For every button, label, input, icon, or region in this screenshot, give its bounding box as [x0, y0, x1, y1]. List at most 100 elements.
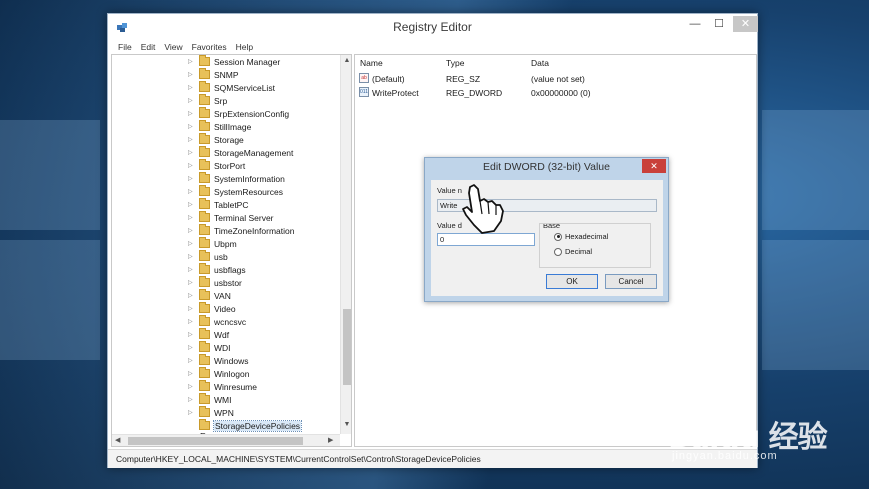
tree-vertical-scrollbar[interactable]: ▲ ▼ [340, 55, 351, 434]
tree-item[interactable]: ▷ SrpExtensionConfig [188, 107, 289, 120]
maximize-button[interactable]: ☐ [708, 16, 730, 32]
list-header: Name Type Data [355, 55, 756, 71]
tree-horizontal-scrollbar[interactable]: ◀ ▶ [112, 434, 340, 446]
tree-item[interactable]: ▷ Video [188, 302, 236, 315]
tree-item-label: Srp [214, 95, 228, 106]
tree-item[interactable]: ▷ Terminal Server [188, 211, 274, 224]
dialog-close-button[interactable]: ✕ [642, 159, 666, 173]
expand-arrow-icon[interactable]: ▷ [188, 396, 196, 403]
cancel-button[interactable]: Cancel [605, 274, 657, 289]
registry-tree[interactable]: ▷ Session Manager ▷ SNMP ▷ SQMServiceList ▷ Srp… [111, 54, 352, 447]
tree-item-label: SNMP [214, 69, 239, 80]
menu-file[interactable]: File [118, 40, 132, 54]
base-group: Hexadecimal Decimal [539, 223, 651, 268]
scroll-down-icon[interactable]: ▼ [341, 421, 351, 428]
tree-item[interactable]: ▷ WDI [188, 341, 231, 354]
scroll-up-icon[interactable]: ▲ [341, 57, 351, 64]
expand-arrow-icon[interactable]: ▷ [188, 240, 196, 247]
expand-arrow-icon[interactable]: ▷ [188, 357, 196, 364]
expand-arrow-icon[interactable]: ▷ [188, 266, 196, 273]
expand-arrow-icon[interactable]: ▷ [188, 136, 196, 143]
scroll-right-icon[interactable]: ▶ [328, 435, 333, 446]
hand-pointer-icon [462, 184, 504, 234]
expand-arrow-icon[interactable]: ▷ [188, 162, 196, 169]
folder-icon [199, 393, 210, 404]
expand-arrow-icon[interactable]: ▷ [188, 84, 196, 91]
radio-decimal[interactable]: Decimal [554, 247, 592, 256]
expand-arrow-icon[interactable]: ▷ [188, 97, 196, 104]
tree-item[interactable]: ▷ Srp [188, 94, 227, 107]
tree-item[interactable]: ▷ TimeZoneInformation [188, 224, 294, 237]
tree-item[interactable]: ▷ Winresume [188, 380, 257, 393]
expand-arrow-icon[interactable]: ▷ [188, 279, 196, 286]
value-row-writeprotect[interactable]: 011 WriteProtect REG_DWORD 0x00000000 (0… [355, 86, 756, 100]
tree-item[interactable]: ▷ usb [188, 250, 228, 263]
expand-arrow-icon[interactable]: ▷ [188, 253, 196, 260]
expand-arrow-icon[interactable]: ▷ [188, 149, 196, 156]
window-title: Registry Editor [393, 20, 472, 34]
expand-arrow-icon[interactable]: ▷ [188, 188, 196, 195]
tree-item[interactable]: StorageDevicePolicies [188, 419, 303, 432]
tree-item[interactable]: ▷ Session Manager [188, 55, 280, 68]
tree-item[interactable]: ▷ Winlogon [188, 367, 249, 380]
expand-arrow-icon[interactable]: ▷ [188, 370, 196, 377]
expand-arrow-icon[interactable]: ▷ [188, 214, 196, 221]
tree-item-label: VAN [214, 290, 231, 301]
tree-item[interactable]: ▷ SQMServiceList [188, 81, 275, 94]
tree-item[interactable]: ▷ usbstor [188, 276, 242, 289]
folder-icon [199, 120, 210, 131]
menu-bar: File Edit View Favorites Help [108, 40, 757, 54]
minimize-button[interactable]: — [684, 16, 706, 32]
tree-item[interactable]: ▷ SNMP [188, 68, 239, 81]
expand-arrow-icon[interactable]: ▷ [188, 344, 196, 351]
expand-arrow-icon[interactable]: ▷ [188, 383, 196, 390]
expand-arrow-icon[interactable]: ▷ [188, 409, 196, 416]
tree-item[interactable]: ▷ wcncsvc [188, 315, 246, 328]
menu-view[interactable]: View [164, 40, 182, 54]
tree-item[interactable]: ▷ Storage [188, 133, 244, 146]
value-type: REG_SZ [446, 74, 481, 84]
ok-button[interactable]: OK [546, 274, 598, 289]
tree-item[interactable]: ▷ WMI [188, 393, 231, 406]
tree-item[interactable]: ▷ StillImage [188, 120, 251, 133]
expand-arrow-icon[interactable]: ▷ [188, 318, 196, 325]
tree-item[interactable]: ▷ Windows [188, 354, 248, 367]
folder-icon [199, 289, 210, 300]
tree-item[interactable]: ▷ usbflags [188, 263, 246, 276]
tree-item[interactable]: ▷ Ubpm [188, 237, 237, 250]
tree-item[interactable]: ▷ TabletPC [188, 198, 249, 211]
expand-arrow-icon[interactable]: ▷ [188, 110, 196, 117]
tree-item-label: wcncsvc [214, 316, 247, 327]
tree-item[interactable]: ▷ SystemResources [188, 185, 283, 198]
menu-help[interactable]: Help [236, 40, 253, 54]
tree-item[interactable]: ▷ Wdf [188, 328, 229, 341]
expand-arrow-icon[interactable]: ▷ [188, 71, 196, 78]
tree-item-label: StillImage [214, 121, 252, 132]
column-name-header[interactable]: Name [360, 58, 383, 68]
value-row-default[interactable]: ab (Default) REG_SZ (value not set) [355, 72, 756, 86]
tree-item[interactable]: ▷ WPN [188, 406, 234, 419]
expand-arrow-icon[interactable]: ▷ [188, 58, 196, 65]
radio-hexadecimal[interactable]: Hexadecimal [554, 232, 608, 241]
tree-item[interactable]: ▷ VAN [188, 289, 231, 302]
tree-item[interactable]: ▷ StorageManagement [188, 146, 293, 159]
scroll-thumb[interactable] [128, 437, 303, 445]
scroll-thumb[interactable] [343, 309, 351, 385]
expand-arrow-icon[interactable]: ▷ [188, 292, 196, 299]
folder-icon [199, 341, 210, 352]
tree-item[interactable]: ▷ SystemInformation [188, 172, 285, 185]
expand-arrow-icon[interactable]: ▷ [188, 227, 196, 234]
column-type-header[interactable]: Type [446, 58, 464, 68]
menu-favorites[interactable]: Favorites [192, 40, 227, 54]
tree-item[interactable]: ▷ StorPort [188, 159, 245, 172]
expand-arrow-icon[interactable]: ▷ [188, 331, 196, 338]
scroll-left-icon[interactable]: ◀ [115, 435, 120, 446]
expand-arrow-icon[interactable]: ▷ [188, 123, 196, 130]
folder-icon [199, 237, 210, 248]
column-data-header[interactable]: Data [531, 58, 549, 68]
expand-arrow-icon[interactable]: ▷ [188, 175, 196, 182]
expand-arrow-icon[interactable]: ▷ [188, 201, 196, 208]
menu-edit[interactable]: Edit [141, 40, 156, 54]
expand-arrow-icon[interactable]: ▷ [188, 305, 196, 312]
close-button[interactable]: ✕ [733, 16, 758, 32]
